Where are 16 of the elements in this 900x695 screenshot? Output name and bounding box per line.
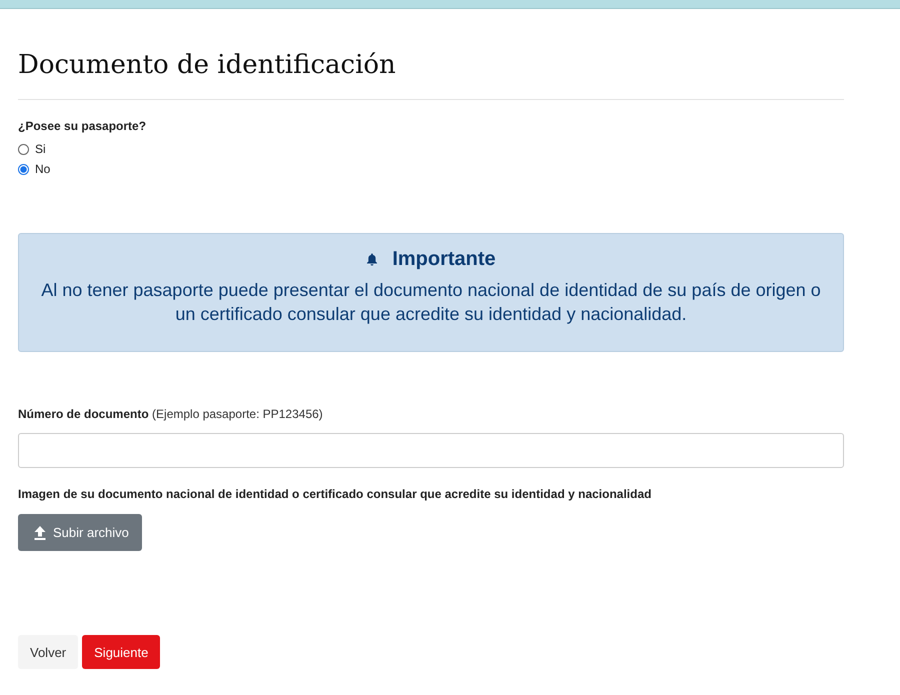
field-label: Imagen de su documento nacional de identidad o certificado consular que acredite su identidad y nacionalidad bbox=[18, 487, 652, 501]
page-title: Documento de identificación bbox=[18, 49, 397, 81]
bell-icon bbox=[366, 252, 378, 266]
next-button[interactable]: Siguiente bbox=[82, 635, 160, 669]
back-button[interactable]: Volver bbox=[18, 635, 78, 669]
option-label: No bbox=[35, 162, 50, 176]
radio-button[interactable] bbox=[18, 144, 29, 154]
question-label: ¿Posee su pasaporte? bbox=[18, 119, 148, 133]
upload-icon bbox=[34, 526, 46, 540]
alert-title: Importante bbox=[392, 247, 496, 272]
radio-button[interactable] bbox=[18, 164, 29, 174]
option-label: Si bbox=[35, 142, 46, 156]
input-field[interactable] bbox=[18, 433, 844, 468]
field-label: Número de documento (Ejemplo pasaporte: PP123456) bbox=[18, 407, 324, 421]
upload-button[interactable]: Subir archivo bbox=[18, 514, 142, 551]
alert-text: Al no tener pasaporte puede presentar el documento nacional de identidad de su país de origen o un certificado consular que acredite su identidad y nacionalidad. bbox=[40, 279, 822, 326]
